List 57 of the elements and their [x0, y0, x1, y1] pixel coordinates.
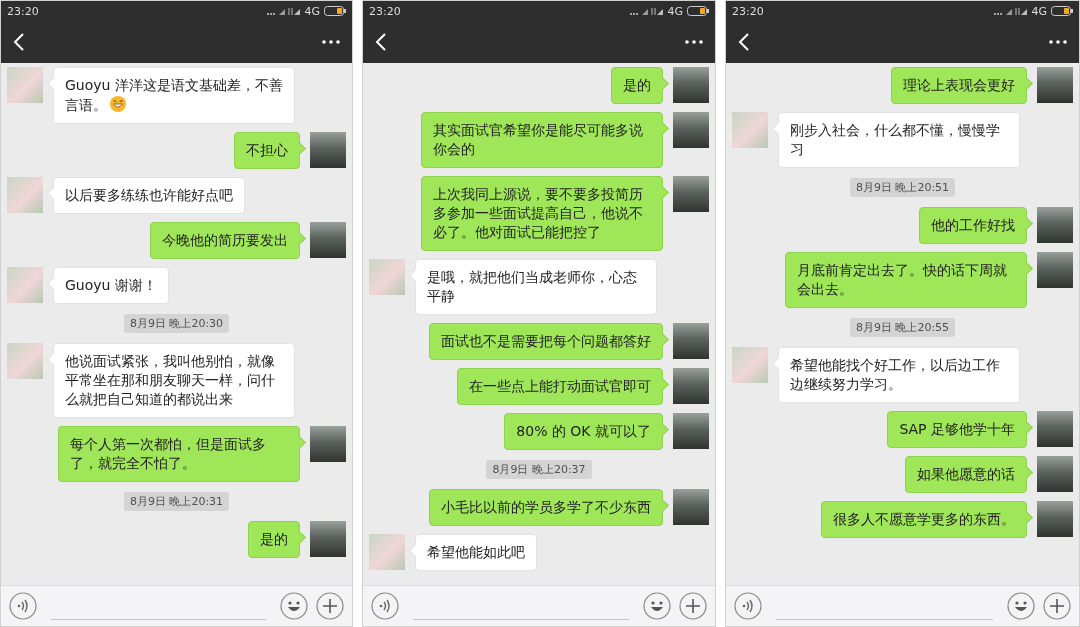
avatar-photo: [1037, 411, 1073, 447]
voice-icon: [734, 592, 762, 620]
signal-icon: [266, 6, 301, 16]
avatar-photo: [7, 177, 43, 213]
back-icon: [375, 33, 387, 51]
back-icon: [13, 33, 25, 51]
plus-icon: [1043, 592, 1071, 620]
avatar-photo: [673, 323, 709, 359]
avatar-photo: [1037, 252, 1073, 288]
status-time: 23:20: [732, 4, 764, 18]
avatar-photo: [369, 534, 405, 570]
status-time: 23:20: [7, 4, 39, 18]
voice-icon: [371, 592, 399, 620]
network-type: 4G: [304, 4, 320, 18]
avatar-photo: [310, 521, 346, 557]
avatar-photo: [369, 259, 405, 295]
smiley-icon: [280, 592, 308, 620]
avatar-photo: [310, 222, 346, 258]
timestamp: 8月9日 晚上20:30: [123, 314, 230, 333]
back-icon: [738, 33, 750, 51]
signal-icon: [629, 6, 664, 16]
avatar-photo: [1037, 456, 1073, 492]
avatar-photo: [673, 489, 709, 525]
avatar-photo: [732, 347, 768, 383]
avatar-photo: [310, 132, 346, 168]
battery-icon: [1051, 6, 1073, 16]
more-icon: [1049, 40, 1067, 44]
smiley-icon: [643, 592, 671, 620]
avatar-photo: [732, 112, 768, 148]
timestamp: 8月9日 晚上20:55: [849, 318, 956, 337]
avatar-photo: [1037, 67, 1073, 103]
plus-icon: [316, 592, 344, 620]
battery-icon: [687, 6, 709, 16]
timestamp: 8月9日 晚上20:51: [849, 178, 956, 197]
avatar-photo: [1037, 501, 1073, 537]
status-time: 23:20: [369, 4, 401, 18]
timestamp: 8月9日 晚上20:31: [123, 492, 230, 511]
avatar-photo: [7, 67, 43, 103]
battery-icon: [324, 6, 346, 16]
avatar-photo: [673, 112, 709, 148]
voice-icon: [9, 592, 37, 620]
network-type: 4G: [1031, 4, 1047, 18]
plus-icon: [679, 592, 707, 620]
avatar-photo: [7, 343, 43, 379]
timestamp: 8月9日 晚上20:37: [486, 460, 592, 479]
avatar-photo: [310, 426, 346, 462]
avatar-photo: [673, 176, 709, 212]
signal-icon: [993, 6, 1028, 16]
more-icon: [685, 40, 703, 44]
smiley-icon: [1007, 592, 1035, 620]
more-icon: [322, 40, 340, 44]
avatar-photo: [673, 368, 709, 404]
avatar-photo: [673, 67, 709, 103]
avatar-photo: [7, 267, 43, 303]
avatar-photo: [673, 413, 709, 449]
network-type: 4G: [667, 4, 683, 18]
avatar-photo: [1037, 207, 1073, 243]
